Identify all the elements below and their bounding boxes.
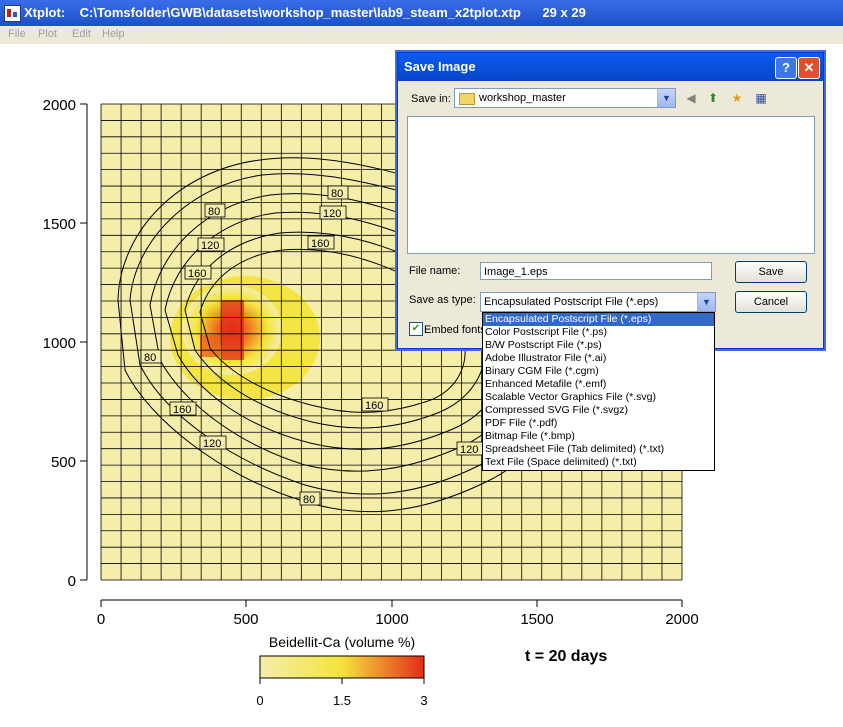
colorbar-ticks [259, 678, 425, 684]
file-name-label: File name: [409, 265, 461, 277]
y-tick-label: 500 [51, 454, 76, 471]
type-option[interactable]: Adobe Illustrator File (*.ai) [483, 352, 714, 365]
contour-label: 120 [319, 205, 347, 220]
menu-file[interactable]: File [8, 28, 26, 40]
new-folder-icon[interactable]: ★ [728, 90, 746, 106]
close-button[interactable]: ✕ [798, 57, 820, 79]
cancel-button[interactable]: Cancel [735, 291, 807, 313]
file-name-field[interactable]: Image_1.eps [480, 262, 712, 280]
back-icon[interactable]: ◀ [682, 90, 700, 106]
save-image-dialog: Save Image ? ✕ Save in: workshop_master … [397, 52, 824, 349]
y-tick-label: 1500 [43, 216, 76, 233]
title-bar: Xtplot: C:\Tomsfolder\GWB\datasets\works… [0, 0, 843, 26]
folder-icon [459, 93, 475, 105]
svg-text:120: 120 [323, 208, 341, 220]
save-in-value: workshop_master [479, 92, 566, 104]
contour-label: 160 [184, 265, 212, 280]
y-axis-ticks [80, 103, 87, 581]
dialog-title-bar: Save Image ? ✕ [398, 53, 823, 81]
heatmap-cell-max [200, 335, 220, 357]
x-tick-label: 0 [97, 611, 105, 628]
dialog-title: Save Image [404, 59, 476, 74]
save-as-type-options: Encapsulated Postscript File (*.eps) Col… [482, 312, 715, 471]
contour-label: 160 [361, 397, 389, 412]
x-tick-label: 1000 [375, 611, 408, 628]
colorbar-tick-label: 1.5 [333, 693, 351, 708]
chevron-down-icon[interactable]: ▼ [697, 293, 715, 311]
y-tick-label: 0 [68, 573, 76, 590]
menu-bar: File Plot Edit Help [0, 26, 843, 44]
contour-label: 80 [327, 185, 349, 200]
menu-help[interactable]: Help [102, 28, 125, 40]
svg-text:160: 160 [173, 404, 191, 416]
type-option[interactable]: Bitmap File (*.bmp) [483, 430, 714, 443]
heatmap-cell-max [222, 300, 244, 360]
save-in-dropdown[interactable]: workshop_master ▼ [454, 88, 676, 108]
svg-text:80: 80 [303, 494, 315, 506]
svg-text:160: 160 [311, 238, 329, 250]
contour-label: 160 [169, 401, 197, 416]
contour-label: 120 [197, 237, 225, 252]
svg-text:160: 160 [188, 268, 206, 280]
type-option[interactable]: Encapsulated Postscript File (*.eps) [483, 313, 714, 326]
save-as-type-select[interactable]: Encapsulated Postscript File (*.eps) ▼ [480, 292, 716, 312]
type-option[interactable]: Enhanced Metafile (*.emf) [483, 378, 714, 391]
save-as-type-value: Encapsulated Postscript File (*.eps) [484, 296, 659, 308]
help-button[interactable]: ? [775, 57, 797, 79]
x-tick-label: 500 [233, 611, 258, 628]
x-axis-ticks [100, 600, 683, 607]
type-option[interactable]: Color Postscript File (*.ps) [483, 326, 714, 339]
y-tick-label: 1000 [43, 335, 76, 352]
contour-label: 80 [204, 203, 226, 218]
embed-fonts-label: Embed fonts [424, 324, 486, 336]
file-list[interactable] [407, 116, 815, 254]
menu-edit[interactable]: Edit [72, 28, 91, 40]
save-in-label: Save in: [411, 93, 451, 105]
colorbar [259, 655, 425, 679]
contour-label: 120 [199, 435, 227, 450]
type-option[interactable]: B/W Postscript File (*.ps) [483, 339, 714, 352]
svg-text:120: 120 [203, 438, 221, 450]
colorbar-tick-label: 3 [420, 693, 427, 708]
save-button[interactable]: Save [735, 261, 807, 283]
type-option[interactable]: Compressed SVG File (*.svgz) [483, 404, 714, 417]
menu-plot[interactable]: Plot [38, 28, 57, 40]
save-as-type-label: Save as type: [409, 294, 476, 306]
svg-text:120: 120 [201, 240, 219, 252]
embed-fonts-checkbox[interactable]: ✔ [409, 322, 423, 336]
x-tick-label: 1500 [520, 611, 553, 628]
svg-text:120: 120 [460, 444, 478, 456]
colorbar-tick-label: 0 [256, 693, 263, 708]
xtplot-app-icon [4, 5, 21, 22]
svg-text:80: 80 [144, 352, 156, 364]
contour-label: 80 [140, 349, 162, 364]
colorbar-title: Beidellit-Ca (volume %) [269, 634, 415, 650]
svg-text:80: 80 [331, 188, 343, 200]
svg-text:80: 80 [208, 206, 220, 218]
contour-label: 80 [299, 491, 321, 506]
time-label: t = 20 days [525, 648, 607, 665]
window-title: Xtplot: C:\Tomsfolder\GWB\datasets\works… [24, 5, 586, 20]
up-folder-icon[interactable]: ⬆ [704, 90, 722, 106]
contour-label: 120 [456, 441, 484, 456]
type-option[interactable]: Scalable Vector Graphics File (*.svg) [483, 391, 714, 404]
chevron-down-icon[interactable]: ▼ [657, 89, 675, 107]
type-option[interactable]: Binary CGM File (*.cgm) [483, 365, 714, 378]
svg-text:160: 160 [365, 400, 383, 412]
type-option[interactable]: Text File (Space delimited) (*.txt) [483, 456, 714, 469]
type-option[interactable]: Spreadsheet File (Tab delimited) (*.txt) [483, 443, 714, 456]
contour-label: 160 [307, 235, 335, 250]
view-menu-icon[interactable]: ▦ [752, 90, 770, 106]
y-tick-label: 2000 [43, 97, 76, 114]
type-option[interactable]: PDF File (*.pdf) [483, 417, 714, 430]
x-tick-label: 2000 [665, 611, 698, 628]
